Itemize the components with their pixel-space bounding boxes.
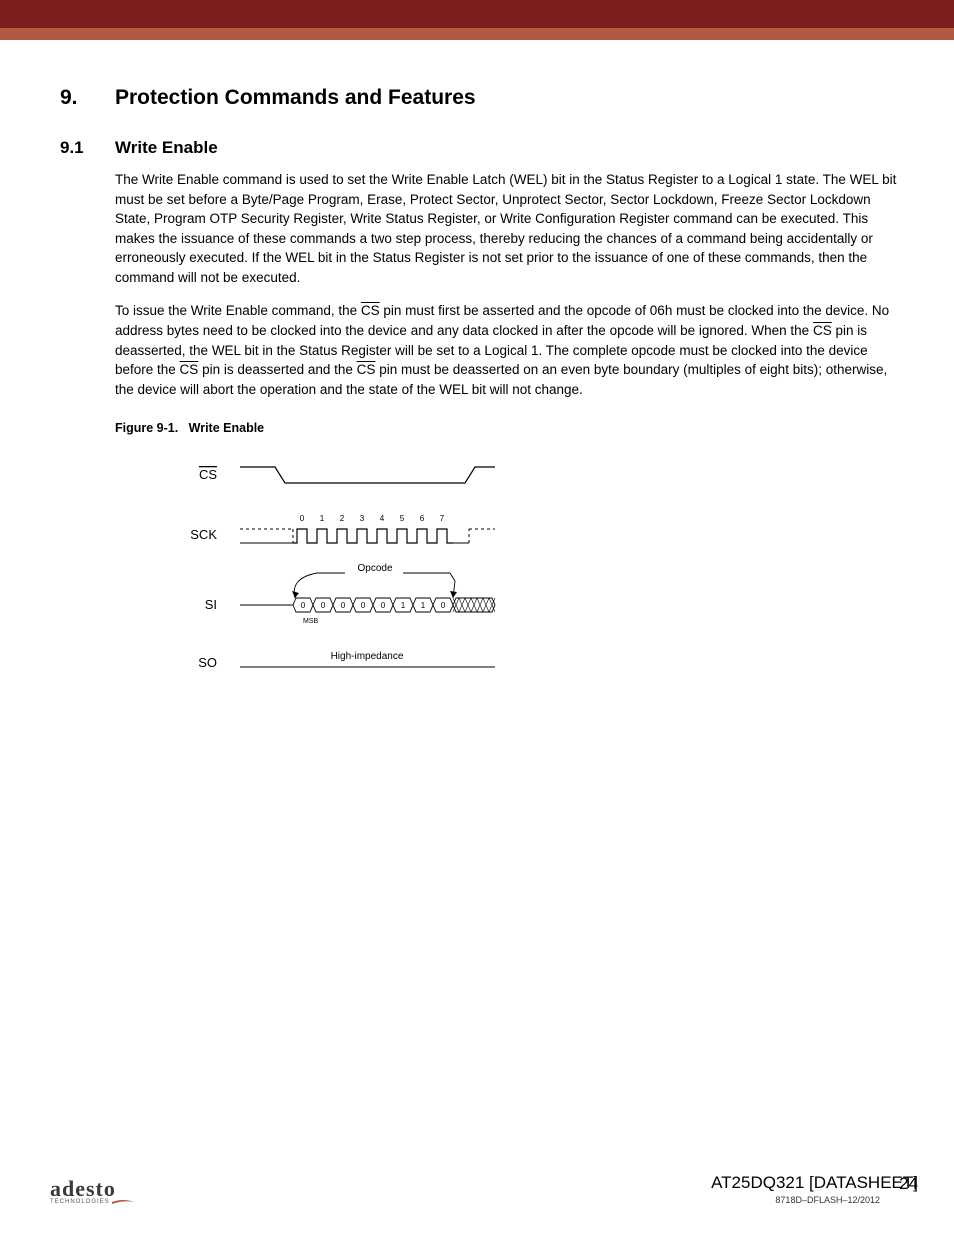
logo-block: adesto TECHNOLOGIES xyxy=(50,1179,134,1205)
timing-diagram-svg: CS SCK 0 1 2 3 4 5 6 7 Opcode SI 0 xyxy=(145,453,505,693)
svg-text:0: 0 xyxy=(361,601,366,610)
svg-text:4: 4 xyxy=(380,514,385,523)
logo-sub-text: TECHNOLOGIES xyxy=(50,1199,110,1205)
svg-text:7: 7 xyxy=(440,514,445,523)
subsection-heading: 9.1Write Enable xyxy=(60,138,904,158)
logo-main: adesto xyxy=(50,1179,134,1199)
svg-text:2: 2 xyxy=(340,514,345,523)
svg-text:0: 0 xyxy=(441,601,446,610)
si-bit-cells: 0 0 0 0 0 1 1 0 xyxy=(293,598,453,612)
opcode-arrowhead-left xyxy=(292,591,299,598)
doc-title: AT25DQ321 [DATASHEET] xyxy=(711,1173,918,1193)
signal-label-si: SI xyxy=(205,597,217,612)
svg-text:1: 1 xyxy=(421,601,426,610)
cs-waveform xyxy=(240,467,495,483)
page-content: 9.Protection Commands and Features 9.1Wr… xyxy=(0,40,954,693)
opcode-label: Opcode xyxy=(357,563,392,574)
text-run: To issue the Write Enable command, the xyxy=(115,303,361,318)
header-bar-dark xyxy=(0,0,954,28)
svg-text:0: 0 xyxy=(341,601,346,610)
header-bar-light xyxy=(0,28,954,40)
svg-text:0: 0 xyxy=(381,601,386,610)
msb-label: MSB xyxy=(303,618,319,625)
svg-text:5: 5 xyxy=(400,514,405,523)
hiz-label: High-impedance xyxy=(331,651,404,662)
signal-label-cs: CS xyxy=(199,467,217,482)
signal-label-so: SO xyxy=(198,655,217,670)
svg-text:1: 1 xyxy=(320,514,325,523)
section-number: 9. xyxy=(60,86,115,110)
doc-code: 8718D–DFLASH–12/2012 xyxy=(711,1195,880,1205)
opcode-arrowhead-right xyxy=(450,591,457,598)
sck-clock xyxy=(293,529,453,543)
subsection-number: 9.1 xyxy=(60,138,115,158)
page-number: 24 xyxy=(899,1174,918,1194)
signal-label-sck: SCK xyxy=(190,527,217,542)
svg-text:0: 0 xyxy=(301,601,306,610)
svg-text:1: 1 xyxy=(401,601,406,610)
logo-swoosh-icon xyxy=(112,1199,134,1205)
svg-text:0: 0 xyxy=(300,514,305,523)
timing-diagram: CS SCK 0 1 2 3 4 5 6 7 Opcode SI 0 xyxy=(145,453,505,693)
figure-caption-title: Write Enable xyxy=(189,421,264,435)
figure-caption-prefix: Figure 9-1. xyxy=(115,421,178,435)
paragraph-1: The Write Enable command is used to set … xyxy=(115,170,904,287)
svg-text:6: 6 xyxy=(420,514,425,523)
clock-index-labels: 0 1 2 3 4 5 6 7 xyxy=(300,514,445,523)
svg-text:0: 0 xyxy=(321,601,326,610)
footer-right: AT25DQ321 [DATASHEET] 8718D–DFLASH–12/20… xyxy=(711,1173,918,1205)
cs-overline: CS xyxy=(361,303,380,318)
page-footer: adesto TECHNOLOGIES AT25DQ321 [DATASHEET… xyxy=(0,1163,954,1235)
cs-overline: CS xyxy=(357,362,376,377)
paragraph-2: To issue the Write Enable command, the C… xyxy=(115,301,904,399)
svg-text:3: 3 xyxy=(360,514,365,523)
section-heading: 9.Protection Commands and Features xyxy=(60,86,904,110)
text-run: pin is deasserted and the xyxy=(198,362,356,377)
cs-overline: CS xyxy=(813,323,832,338)
figure-caption: Figure 9-1. Write Enable xyxy=(115,421,904,435)
section-title: Protection Commands and Features xyxy=(115,86,476,109)
logo-sub: TECHNOLOGIES xyxy=(50,1199,134,1205)
si-dontcare-hatch xyxy=(453,598,495,612)
opcode-arrow-left xyxy=(294,573,345,598)
subsection-title: Write Enable xyxy=(115,138,218,157)
cs-overline: CS xyxy=(180,362,199,377)
